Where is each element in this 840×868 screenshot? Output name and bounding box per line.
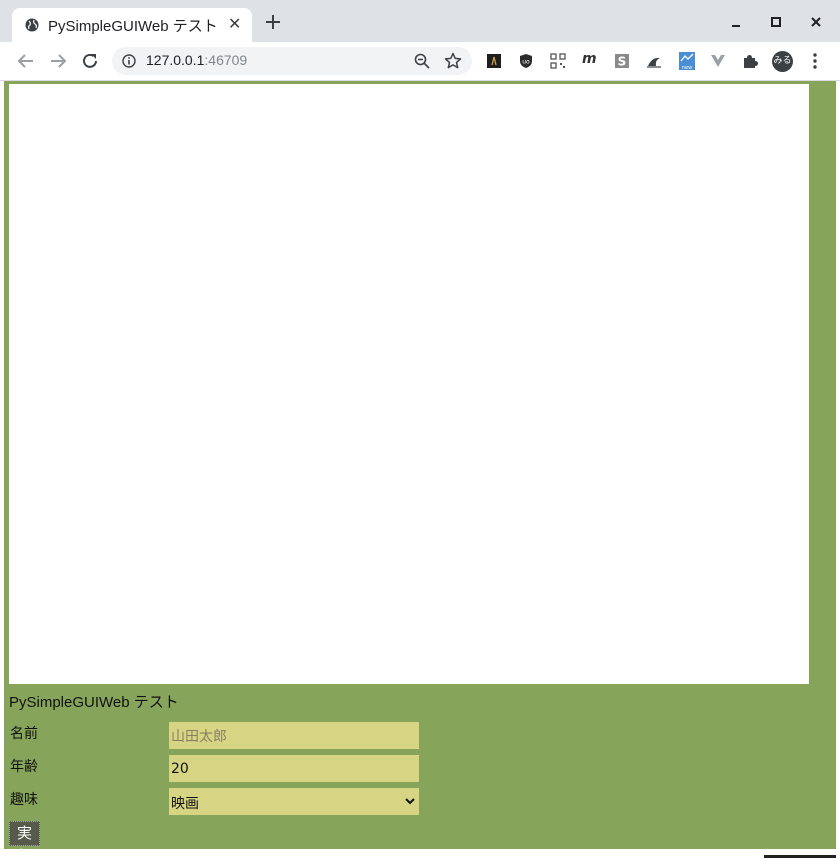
- profile-avatar[interactable]: みる: [772, 51, 793, 72]
- vue-ext-icon[interactable]: [710, 53, 726, 69]
- app-title: PySimpleGUIWeb テスト: [9, 694, 179, 711]
- info-icon[interactable]: [122, 54, 136, 68]
- address-bar[interactable]: 127.0.0.1:46709: [112, 47, 472, 75]
- run-button[interactable]: 実行: [9, 821, 40, 865]
- qr-icon[interactable]: [550, 53, 566, 69]
- browser-toolbar: 127.0.0.1:46709 uo m S new みる: [0, 42, 840, 81]
- puzzle-icon[interactable]: [742, 53, 758, 69]
- bookmark-star-icon[interactable]: [444, 52, 462, 70]
- browser-tab[interactable]: PySimpleGUIWeb テスト ✕: [12, 8, 252, 42]
- hobby-select[interactable]: 映画: [169, 788, 419, 815]
- zoom-icon[interactable]: [414, 53, 430, 69]
- dark-ext-icon[interactable]: [486, 53, 502, 69]
- maximize-icon[interactable]: [766, 12, 786, 32]
- chevron-down-icon: [405, 798, 415, 805]
- forward-arrow-icon[interactable]: [48, 51, 68, 71]
- reload-icon[interactable]: [80, 51, 100, 71]
- tab-close-icon[interactable]: ✕: [228, 14, 241, 33]
- new-ext-label: new: [682, 65, 692, 71]
- minimize-icon[interactable]: [726, 12, 746, 32]
- new-ext-icon[interactable]: new: [678, 51, 696, 71]
- app-window: PySimpleGUIWeb テスト 名前 山田太郎 年齢 20 趣味 映画 実…: [4, 81, 836, 865]
- url-host: 127.0.0.1: [146, 52, 205, 68]
- more-menu-icon[interactable]: [810, 52, 820, 70]
- age-label: 年齢: [10, 759, 38, 775]
- svg-text:uo: uo: [522, 59, 530, 66]
- name-label: 名前: [10, 726, 38, 742]
- m-ext-icon[interactable]: m: [582, 51, 597, 67]
- window-bottom-edge: [0, 849, 840, 858]
- hobby-label: 趣味: [10, 792, 38, 808]
- blank-canvas: [9, 84, 809, 684]
- tab-title: PySimpleGUIWeb テスト: [48, 18, 218, 35]
- name-placeholder: 山田太郎: [171, 729, 227, 745]
- tab-strip: PySimpleGUIWeb テスト ✕: [0, 0, 840, 42]
- age-value: 20: [171, 761, 189, 777]
- age-input[interactable]: 20: [169, 755, 419, 782]
- url-port: :46709: [204, 52, 248, 68]
- name-input[interactable]: 山田太郎: [169, 722, 419, 749]
- svg-text:S: S: [618, 55, 627, 69]
- globe-icon: [25, 18, 39, 32]
- new-tab-icon[interactable]: [264, 13, 282, 31]
- s-ext-icon[interactable]: S: [614, 53, 630, 69]
- bird-ext-icon[interactable]: [646, 53, 662, 69]
- close-window-icon[interactable]: [806, 12, 826, 32]
- ublock-icon[interactable]: uo: [518, 53, 534, 69]
- back-arrow-icon[interactable]: [16, 51, 36, 71]
- url-text: 127.0.0.1:46709: [146, 52, 247, 68]
- hobby-selected-value: 映画: [171, 796, 199, 812]
